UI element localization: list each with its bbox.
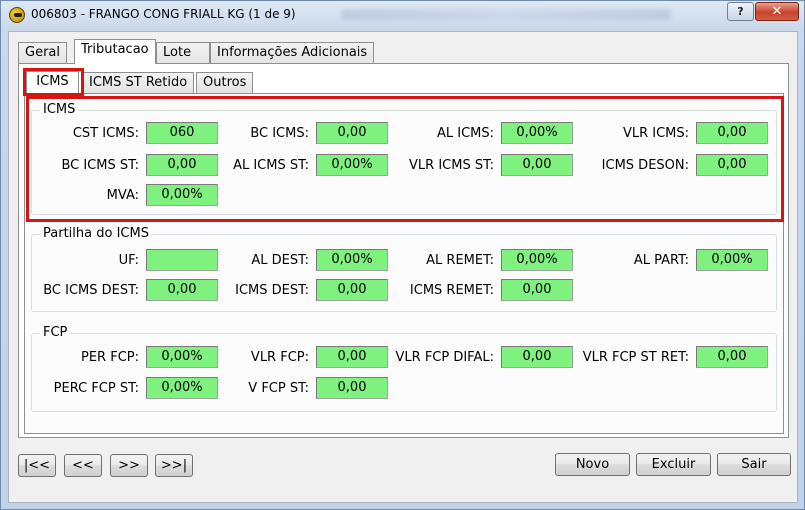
icms-dest-label: ICMS DEST: [235, 283, 309, 298]
blurred-title-area [341, 9, 671, 20]
window-title: 006803 - FRANGO CONG FRIALL KG (1 de 9) [31, 7, 296, 21]
per-fcp-field[interactable]: 0,00% [146, 346, 218, 368]
bc-icms-label: BC ICMS: [250, 126, 309, 141]
partilha-group: Partilha do ICMS [31, 226, 777, 312]
sair-button[interactable]: Sair [717, 453, 791, 476]
cst-icms-field[interactable]: 060 [146, 122, 218, 144]
subtab-highlight-box [23, 68, 84, 96]
al-remet-field[interactable]: 0,00% [501, 249, 573, 271]
last-record-button[interactable]: >>| [155, 454, 193, 477]
al-icms-st-label: AL ICMS ST: [233, 158, 309, 173]
partilha-group-title: Partilha do ICMS [40, 226, 152, 241]
perc-fcp-st-field[interactable]: 0,00% [146, 377, 218, 399]
per-fcp-label: PER FCP: [81, 350, 139, 365]
al-part-label: AL PART: [633, 253, 689, 268]
v-fcp-st-field[interactable]: 0,00 [316, 377, 388, 399]
vlr-fcp-difal-label: VLR FCP DIFAL: [395, 350, 494, 365]
perc-fcp-st-label: PERC FCP ST: [53, 381, 139, 396]
vlr-icms-st-label: VLR ICMS ST: [409, 158, 494, 173]
vlr-fcp-st-ret-field[interactable]: 0,00 [696, 346, 768, 368]
al-remet-label: AL REMET: [426, 253, 494, 268]
vlr-icms-field[interactable]: 0,00 [696, 122, 768, 144]
al-part-field[interactable]: 0,00% [696, 249, 768, 271]
previous-record-button[interactable]: << [64, 454, 102, 477]
tab-geral[interactable]: Geral [18, 42, 67, 64]
dialog-window: 006803 - FRANGO CONG FRIALL KG (1 de 9) … [0, 0, 805, 510]
client-area: Geral Tributacao Lote Informações Adicio… [8, 31, 798, 503]
al-dest-label: AL DEST: [251, 253, 309, 268]
fcp-group-title: FCP [40, 325, 71, 340]
al-icms-field[interactable]: 0,00% [501, 122, 573, 144]
vlr-fcp-label: VLR FCP: [250, 350, 309, 365]
next-record-button[interactable]: >> [110, 454, 148, 477]
mva-label: MVA: [106, 188, 139, 203]
tab-icms-st-retido[interactable]: ICMS ST Retido [82, 72, 195, 94]
app-icon [9, 7, 25, 23]
tab-outros[interactable]: Outros [196, 72, 254, 94]
first-record-button[interactable]: |<< [18, 454, 56, 477]
vlr-icms-label: VLR ICMS: [622, 126, 689, 141]
icms-deson-field[interactable]: 0,00 [696, 154, 768, 176]
uf-field[interactable] [146, 249, 218, 271]
icms-remet-field[interactable]: 0,00 [501, 279, 573, 301]
uf-label: UF: [118, 253, 139, 268]
bc-icms-st-label: BC ICMS ST: [61, 158, 139, 173]
al-icms-label: AL ICMS: [436, 126, 494, 141]
icms-deson-label: ICMS DESON: [601, 158, 689, 173]
vlr-fcp-st-ret-label: VLR FCP ST RET: [582, 350, 689, 365]
bc-icms-dest-label: BC ICMS DEST: [43, 283, 139, 298]
tab-informacoes-adicionais[interactable]: Informações Adicionais [210, 42, 375, 64]
bc-icms-field[interactable]: 0,00 [316, 122, 388, 144]
title-bar[interactable]: 006803 - FRANGO CONG FRIALL KG (1 de 9) … [1, 1, 804, 29]
fcp-group: FCP [31, 325, 777, 412]
excluir-button[interactable]: Excluir [636, 453, 711, 476]
help-button[interactable]: ? [727, 2, 754, 21]
close-button[interactable]: ✕ [755, 2, 799, 21]
novo-button[interactable]: Novo [555, 453, 630, 476]
icms-remet-label: ICMS REMET: [409, 283, 494, 298]
cst-icms-label: CST ICMS: [72, 126, 139, 141]
vlr-icms-st-field[interactable]: 0,00 [501, 154, 573, 176]
mva-field[interactable]: 0,00% [146, 184, 218, 206]
tab-lote[interactable]: Lote [156, 42, 210, 64]
tab-tributacao[interactable]: Tributacao [74, 39, 156, 64]
v-fcp-st-label: V FCP ST: [248, 381, 309, 396]
al-dest-field[interactable]: 0,00% [316, 249, 388, 271]
